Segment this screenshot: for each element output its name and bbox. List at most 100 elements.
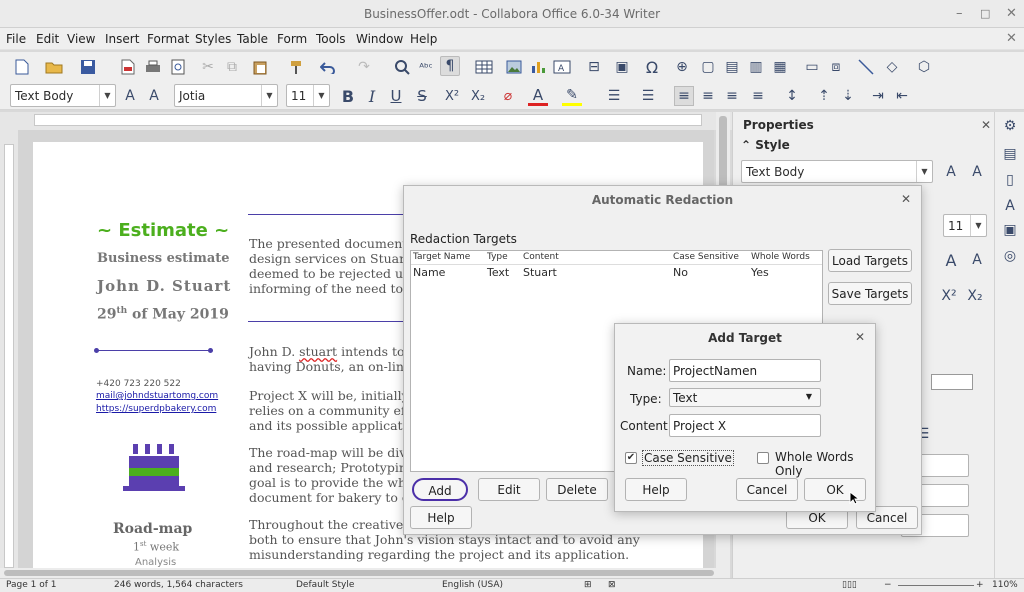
- save-icon[interactable]: [78, 57, 98, 77]
- table-row[interactable]: Name Text Stuart No Yes: [411, 265, 822, 280]
- new-style-icon[interactable]: A: [967, 162, 987, 182]
- menu-file[interactable]: File: [6, 32, 26, 46]
- numbered-list-icon[interactable]: ☰: [638, 86, 658, 106]
- print-preview-icon[interactable]: [168, 57, 188, 77]
- update-style-icon[interactable]: A: [941, 162, 961, 182]
- column-header[interactable]: Content: [523, 252, 559, 262]
- grow-font-icon[interactable]: A: [941, 250, 961, 270]
- cross-reference-icon[interactable]: ▦: [770, 57, 790, 77]
- whole-words-label[interactable]: Whole Words Only: [775, 450, 875, 478]
- close-icon[interactable]: ✕: [901, 192, 911, 206]
- menu-form[interactable]: Form: [277, 32, 307, 46]
- align-right-icon[interactable]: ≡: [722, 86, 742, 106]
- insert-table-icon[interactable]: [474, 57, 494, 77]
- formatting-marks-icon[interactable]: ¶: [440, 56, 460, 76]
- maximize-icon[interactable]: □: [980, 7, 990, 20]
- draw-functions-icon[interactable]: ⬡: [914, 57, 934, 77]
- menu-view[interactable]: View: [67, 32, 95, 46]
- bulleted-list-icon[interactable]: ☰: [604, 86, 624, 106]
- page-style[interactable]: Default Style: [296, 580, 354, 590]
- basic-shapes-icon[interactable]: ◇: [882, 57, 902, 77]
- export-pdf-icon[interactable]: [118, 57, 138, 77]
- underline-icon[interactable]: U: [386, 86, 406, 106]
- column-header[interactable]: Case Sensitive: [673, 252, 739, 262]
- clear-formatting-icon[interactable]: ⌀: [498, 86, 518, 106]
- edit-button[interactable]: Edit: [478, 478, 540, 501]
- print-icon[interactable]: [143, 57, 163, 77]
- chevron-down-icon[interactable]: ▼: [970, 215, 986, 236]
- endnote-icon[interactable]: ▤: [722, 57, 742, 77]
- save-targets-button[interactable]: Save Targets: [828, 282, 912, 305]
- column-header[interactable]: Type: [487, 252, 508, 262]
- help-button[interactable]: Help: [625, 478, 687, 501]
- menu-insert[interactable]: Insert: [105, 32, 139, 46]
- font-color-icon[interactable]: A: [528, 86, 548, 106]
- undo-icon[interactable]: [318, 57, 338, 77]
- hyperlink-icon[interactable]: ⊕: [672, 57, 692, 77]
- redo-icon[interactable]: ↷: [354, 57, 374, 77]
- add-button[interactable]: Add: [412, 478, 468, 501]
- whole-words-checkbox[interactable]: [757, 452, 769, 464]
- column-header[interactable]: Whole Words: [751, 252, 810, 262]
- justify-icon[interactable]: ≡: [748, 86, 768, 106]
- bookmark-icon[interactable]: ▥: [746, 57, 766, 77]
- subscript-icon[interactable]: X₂: [965, 286, 985, 306]
- update-style-icon[interactable]: A: [120, 86, 140, 106]
- highlight-color-swatch[interactable]: [931, 374, 973, 390]
- cancel-button[interactable]: Cancel: [736, 478, 798, 501]
- font-name-combo[interactable]: Jotia ▼: [174, 84, 278, 107]
- selection-mode-icon[interactable]: ⊠: [608, 580, 616, 590]
- email-link[interactable]: mail@johndstuartomg.com: [96, 391, 218, 401]
- window-close-icon[interactable]: ✕: [1006, 6, 1017, 21]
- tab-navigator-icon[interactable]: ◎: [1000, 246, 1020, 266]
- menu-table[interactable]: Table: [237, 32, 268, 46]
- highlight-icon[interactable]: ✎: [562, 86, 582, 106]
- word-count[interactable]: 246 words, 1,564 characters: [114, 580, 243, 590]
- horizontal-ruler[interactable]: [0, 112, 732, 130]
- name-field[interactable]: ProjectNamen: [669, 359, 821, 382]
- content-field[interactable]: Project X: [669, 414, 821, 437]
- font-size-combo[interactable]: 11 ▼: [286, 84, 330, 107]
- zoom-out-icon[interactable]: −: [884, 580, 892, 590]
- case-sensitive-label[interactable]: Case Sensitive: [642, 450, 734, 466]
- insert-mode-icon[interactable]: ⊞: [584, 580, 592, 590]
- menu-window[interactable]: Window: [356, 32, 403, 46]
- increase-indent-icon[interactable]: ⇥: [868, 86, 888, 106]
- collapse-icon[interactable]: ⌃: [741, 138, 751, 152]
- tab-gallery-icon[interactable]: ▣: [1000, 220, 1020, 240]
- chevron-down-icon[interactable]: ▼: [806, 392, 812, 401]
- page-break-icon[interactable]: ⊟: [584, 57, 604, 77]
- sidebar-font-size-combo[interactable]: 11 ▼: [943, 214, 987, 237]
- delete-button[interactable]: Delete: [546, 478, 608, 501]
- footnote-icon[interactable]: ▢: [698, 57, 718, 77]
- language[interactable]: English (USA): [442, 580, 503, 590]
- website-link[interactable]: https://superdpbakery.com: [96, 404, 216, 414]
- strikethrough-icon[interactable]: S: [412, 86, 432, 106]
- case-sensitive-checkbox[interactable]: ✔: [625, 452, 637, 464]
- zoom-level[interactable]: 110%: [992, 580, 1018, 590]
- spelling-icon[interactable]: ᴬᵇᶜ: [416, 57, 436, 77]
- horizontal-scrollbar[interactable]: [0, 568, 730, 578]
- insert-line-icon[interactable]: [856, 57, 876, 77]
- misspelled-word[interactable]: stuart: [299, 344, 337, 359]
- align-left-icon[interactable]: ≡: [674, 86, 694, 106]
- minimize-icon[interactable]: –: [956, 6, 963, 21]
- close-icon[interactable]: ✕: [981, 118, 991, 132]
- load-targets-button[interactable]: Load Targets: [828, 249, 912, 272]
- view-layout-icon[interactable]: ▯▯▯: [842, 580, 857, 590]
- insert-image-icon[interactable]: [504, 57, 524, 77]
- type-select[interactable]: Text ▼: [669, 388, 821, 407]
- menu-help[interactable]: Help: [410, 32, 437, 46]
- bold-icon[interactable]: B: [338, 86, 358, 106]
- line-spacing-icon[interactable]: ↕: [782, 86, 802, 106]
- chevron-down-icon[interactable]: ▼: [261, 85, 277, 106]
- copy-icon[interactable]: ⧉: [222, 57, 242, 77]
- superscript-icon[interactable]: X²: [939, 286, 959, 306]
- insert-field-icon[interactable]: ▣: [612, 57, 632, 77]
- style-combo[interactable]: Text Body ▼: [741, 160, 933, 183]
- menu-tools[interactable]: Tools: [316, 32, 346, 46]
- zoom-in-icon[interactable]: +: [976, 580, 984, 590]
- align-center-icon[interactable]: ≡: [698, 86, 718, 106]
- document-close-icon[interactable]: ✕: [1006, 31, 1017, 46]
- decrease-indent-icon[interactable]: ⇤: [892, 86, 912, 106]
